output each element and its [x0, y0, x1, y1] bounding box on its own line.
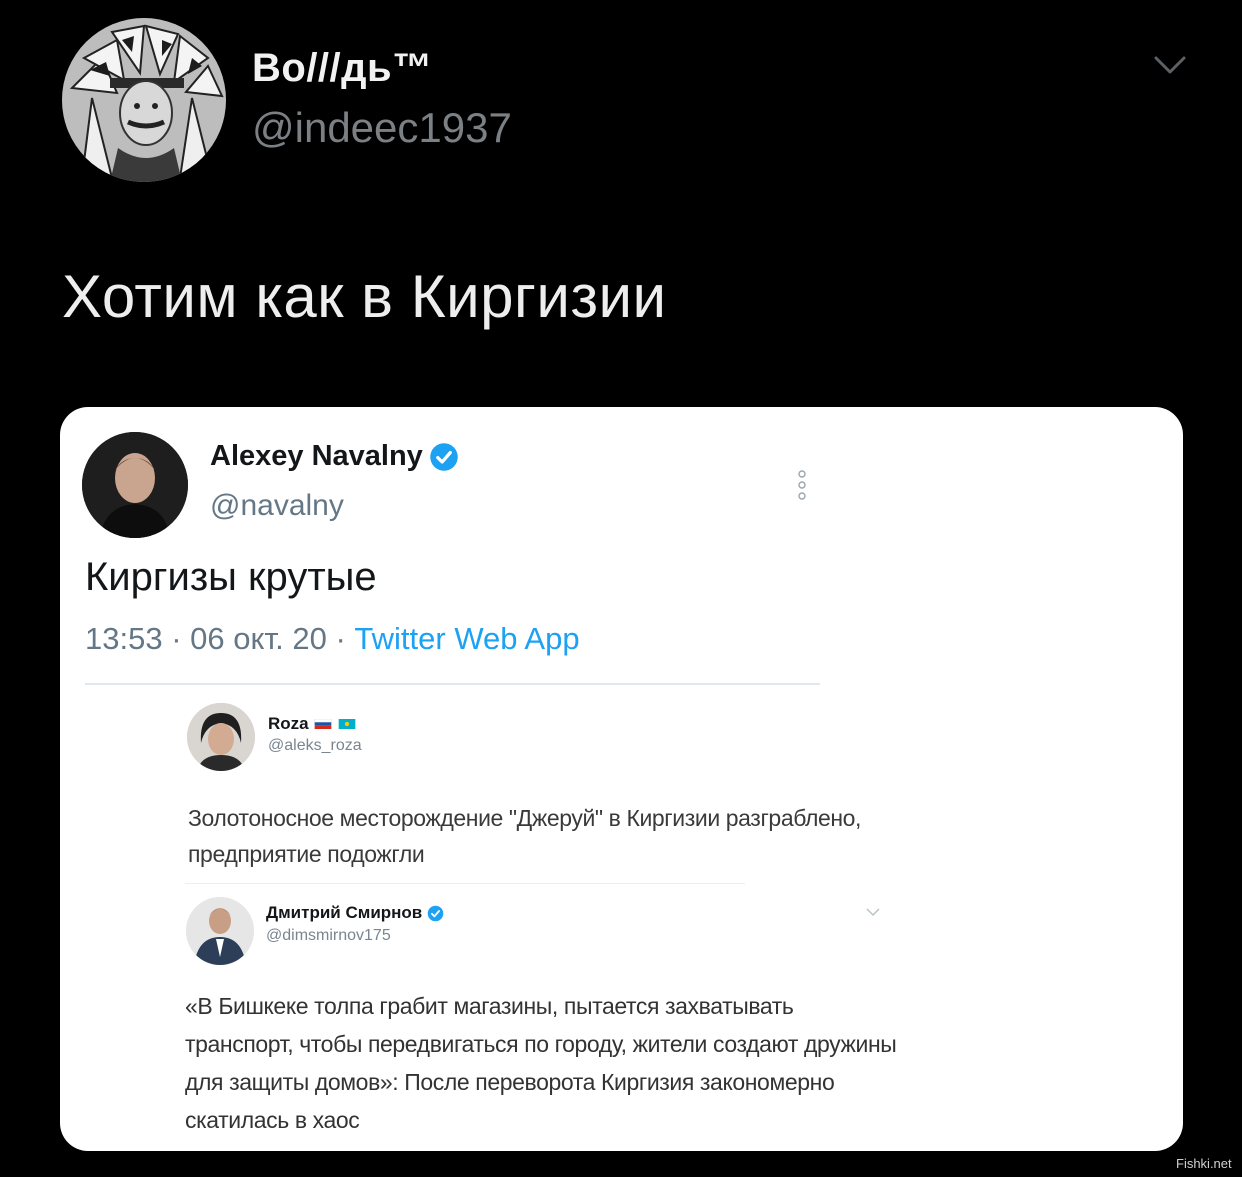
portrait-avatar [186, 897, 254, 965]
quoted-author-avatar [82, 432, 188, 538]
chevron-down-icon [866, 908, 880, 917]
quoted-author-name-row: Alexey Navalny [210, 440, 459, 473]
russia-flag-icon [314, 719, 332, 729]
quoted-tweet-meta: 13:53 · 06 окт. 20 · Twitter Web App [85, 621, 580, 657]
roza-handle: @aleks_roza [268, 737, 362, 754]
roza-tweet-text: Золотоносное месторождение "Джеруй" в Ки… [188, 805, 862, 867]
smirnov-name-row: Дмитрий Смирнов [266, 903, 444, 923]
quoted-author-name: Alexey Navalny [210, 440, 423, 472]
meta-separator: · [162, 621, 191, 656]
smirnov-avatar [186, 897, 254, 965]
smirnov-tweet-text: «В Бишкеке толпа грабит магазины, пытает… [185, 993, 897, 1133]
watermark: Fishki.net [1176, 1156, 1232, 1171]
roza-avatar [187, 703, 255, 771]
quoted-tweet-text: Киргизы крутые [85, 555, 377, 599]
divider [85, 683, 820, 685]
tweet-text: Хотим как в Киргизии [62, 263, 667, 330]
quoted-author-handle: @navalny [210, 489, 344, 522]
roza-name-row: Roza [268, 714, 357, 734]
chevron-down-icon[interactable] [1150, 50, 1190, 78]
tweet-date: 06 окт. 20 [190, 621, 327, 656]
kazakhstan-flag-icon [338, 719, 355, 729]
tweet-source: Twitter Web App [354, 621, 580, 656]
portrait-avatar [82, 432, 188, 538]
smirnov-handle: @dimsmirnov175 [266, 927, 391, 944]
divider [185, 883, 745, 884]
headdress-portrait-avatar [62, 18, 226, 182]
verified-badge-icon [430, 442, 458, 471]
verified-badge-icon [427, 905, 444, 921]
meta-separator: · [326, 621, 355, 656]
more-options-icon [798, 470, 806, 500]
roza-name: Roza [268, 714, 309, 733]
author-avatar[interactable] [62, 18, 226, 182]
embedded-image[interactable]: Alexey Navalny @navalny Киргизы крутые 1… [60, 407, 1183, 1151]
portrait-avatar [187, 703, 255, 771]
tweet-time: 13:53 [85, 621, 163, 656]
smirnov-name: Дмитрий Смирнов [266, 903, 423, 922]
author-name[interactable]: Bo///дь™ [252, 46, 433, 91]
author-handle[interactable]: @indeec1937 [252, 104, 512, 152]
